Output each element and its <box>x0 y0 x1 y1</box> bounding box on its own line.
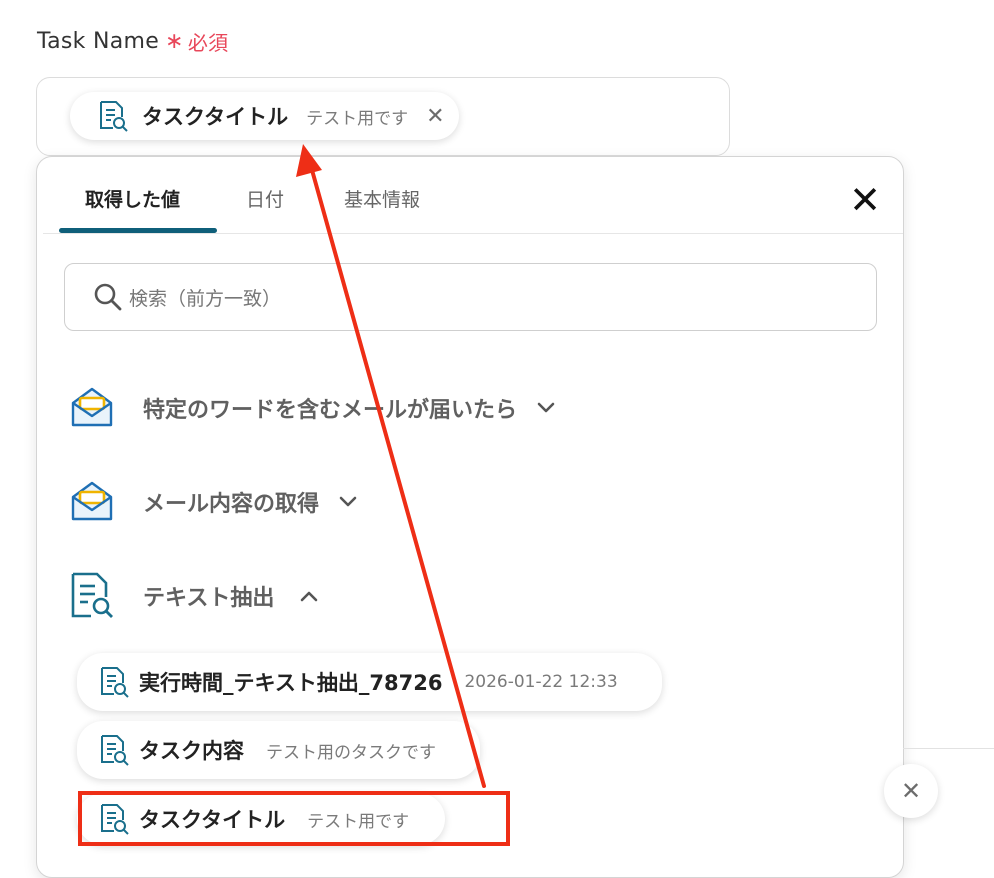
document-search-icon <box>67 571 117 621</box>
item-value: 2026-01-22 12:33 <box>464 672 618 692</box>
section-text-extraction[interactable]: テキスト抽出 <box>67 571 320 621</box>
item-name: タスク内容 <box>139 739 244 763</box>
search-input[interactable]: 検索（前方一致） <box>64 263 877 331</box>
document-search-icon <box>99 733 129 767</box>
document-search-icon <box>99 665 129 699</box>
selected-value-chip[interactable]: タスクタイトル テスト用です ✕ <box>70 92 459 140</box>
task-name-input[interactable]: タスクタイトル テスト用です ✕ <box>36 77 730 156</box>
required-text: 必須 <box>187 31 229 55</box>
tab-date[interactable]: 日付 <box>246 185 284 212</box>
required-marker: ∗ 必須 <box>165 27 228 56</box>
value-picker-panel: 取得した値 日付 基本情報 ✕ 検索（前方一致） 特定のワードを含むメールが届い… <box>36 156 904 878</box>
field-label-text: Task Name <box>37 29 160 54</box>
tab-basic-info[interactable]: 基本情報 <box>344 185 420 212</box>
section-label: メール内容の取得 <box>143 492 320 517</box>
close-icon[interactable]: ✕ <box>849 181 881 219</box>
close-icon[interactable]: ✕ <box>884 764 938 818</box>
item-name: 実行時間_テキスト抽出_78726 <box>139 671 443 695</box>
section-label: テキスト抽出 <box>143 586 275 611</box>
mail-icon <box>67 477 117 527</box>
chevron-up-icon <box>300 589 320 603</box>
item-value: テスト用のタスクです <box>266 742 436 763</box>
field-label: Task Name ∗ 必須 <box>37 27 228 56</box>
search-placeholder: 検索（前方一致） <box>129 287 282 310</box>
chevron-down-icon <box>339 495 359 509</box>
section-mail-content[interactable]: メール内容の取得 <box>67 477 359 527</box>
chip-value: テスト用です <box>306 108 409 129</box>
tab-retrieved-values[interactable]: 取得した値 <box>85 185 180 212</box>
annotation-highlight-box <box>78 791 510 846</box>
divider <box>903 748 994 749</box>
chip-remove-icon[interactable]: ✕ <box>426 104 444 129</box>
section-label: 特定のワードを含むメールが届いたら <box>143 398 518 423</box>
section-mail-trigger[interactable]: 特定のワードを含むメールが届いたら <box>67 383 557 433</box>
active-tab-indicator <box>59 228 217 233</box>
document-search-icon <box>98 99 128 133</box>
search-icon <box>93 280 127 314</box>
required-star: ∗ <box>165 29 184 54</box>
tab-bar: 取得した値 日付 基本情報 <box>43 157 903 234</box>
value-item[interactable]: タスク内容 テスト用のタスクです <box>77 721 480 779</box>
chevron-down-icon <box>537 401 557 415</box>
chip-name: タスクタイトル <box>142 105 289 129</box>
mail-icon <box>67 383 117 433</box>
value-item[interactable]: 実行時間_テキスト抽出_78726 2026-01-22 12:33 <box>77 653 662 711</box>
